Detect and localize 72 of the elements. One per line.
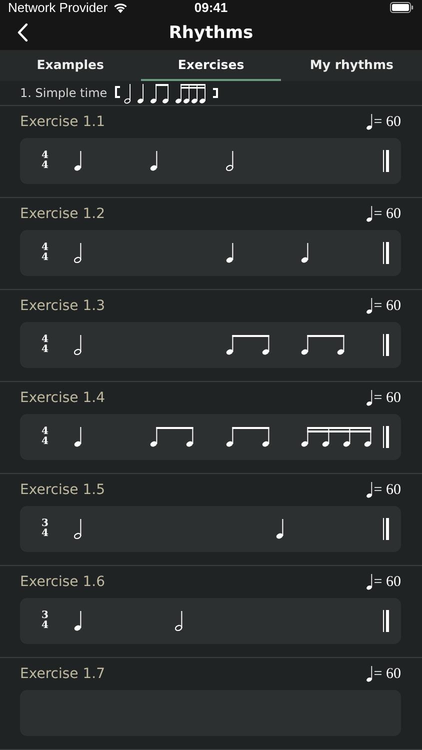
tempo-label: = 60 (374, 482, 401, 498)
quarter-note-icon (366, 666, 373, 682)
battery-icon (390, 2, 414, 13)
final-barline-icon (383, 610, 389, 632)
half-note-icon (74, 519, 82, 539)
time-signature-top: 4 (42, 243, 48, 253)
quarter-note-icon (74, 427, 82, 447)
time-signature-top: 3 (42, 611, 48, 621)
half-note-icon (74, 335, 82, 355)
quarter-note-icon (150, 151, 158, 171)
time-signature-bottom: 4 (42, 437, 48, 447)
clock-label: 09:41 (194, 0, 228, 15)
rhythm-card[interactable]: 3 4 (20, 506, 401, 552)
time-signature-bottom: 4 (42, 529, 48, 539)
rhythm-card[interactable]: 4 4 (20, 414, 401, 460)
exercise-title: Exercise 1.6 (20, 574, 105, 590)
exercise-title: Exercise 1.3 (20, 298, 105, 314)
time-signature-top: 4 (42, 151, 48, 161)
tab[interactable]: Exercises (140, 50, 282, 82)
sixteenth-notes-icon (301, 427, 372, 447)
quarter-note-icon (366, 206, 373, 222)
time-signature-top: 4 (42, 427, 48, 437)
quarter-note-icon (366, 298, 373, 314)
back-icon (16, 23, 28, 42)
eighth-notes-icon (301, 335, 346, 355)
tempo-label: = 60 (374, 298, 401, 314)
quarter-note-icon (226, 243, 234, 263)
final-barline-icon (383, 242, 389, 264)
tempo-label: = 60 (374, 114, 401, 130)
quarter-note-icon (276, 519, 284, 539)
carrier-label: Network Provider (8, 0, 108, 15)
half-note-icon (226, 151, 234, 171)
time-signature-bottom: 4 (42, 161, 48, 171)
quarter-note-icon (366, 482, 373, 498)
final-barline-icon (383, 150, 389, 172)
rhythm-card[interactable]: 4 4 (20, 138, 401, 184)
quarter-note-icon (74, 151, 82, 171)
section-title: 1. Simple time (20, 86, 108, 100)
quarter-note-icon (366, 574, 373, 590)
rhythm-card[interactable]: 4 4 (20, 230, 401, 276)
eighth-notes-icon (226, 335, 270, 355)
exercise-title: Exercise 1.7 (20, 666, 105, 682)
final-barline-icon (383, 518, 389, 540)
time-signature-top: 3 (42, 519, 48, 529)
quarter-note-icon (366, 114, 373, 130)
screen-title: Rhythms (168, 22, 254, 42)
final-barline-icon (383, 334, 389, 356)
exercise-title: Exercise 1.4 (20, 390, 105, 406)
quarter-note-icon (74, 611, 82, 631)
quarter-note-icon (366, 390, 373, 406)
tempo-label: = 60 (374, 666, 401, 682)
tab[interactable]: Examples (0, 50, 141, 82)
exercise-title: Exercise 1.2 (20, 206, 105, 222)
tempo-label: = 60 (374, 206, 401, 222)
final-barline-icon (383, 426, 389, 448)
time-signature-bottom: 4 (42, 345, 48, 355)
exercise-title: Exercise 1.1 (20, 114, 105, 130)
time-signature-bottom: 4 (42, 621, 48, 631)
time-signature-top: 4 (42, 335, 48, 345)
wifi-icon (112, 2, 128, 13)
half-note-icon (175, 611, 183, 631)
quarter-note-icon (301, 243, 310, 263)
eighth-notes-icon (150, 427, 194, 447)
rhythm-card[interactable]: 3 4 (20, 598, 401, 644)
exercise-title: Exercise 1.5 (20, 482, 105, 498)
tempo-label: = 60 (374, 390, 401, 406)
tab[interactable]: My rhythms (281, 50, 422, 82)
time-signature-bottom: 4 (42, 253, 48, 263)
tempo-label: = 60 (374, 574, 401, 590)
rhythm-card[interactable]: 4 4 (20, 322, 401, 368)
half-note-icon (74, 243, 82, 263)
eighth-notes-icon (226, 427, 270, 447)
